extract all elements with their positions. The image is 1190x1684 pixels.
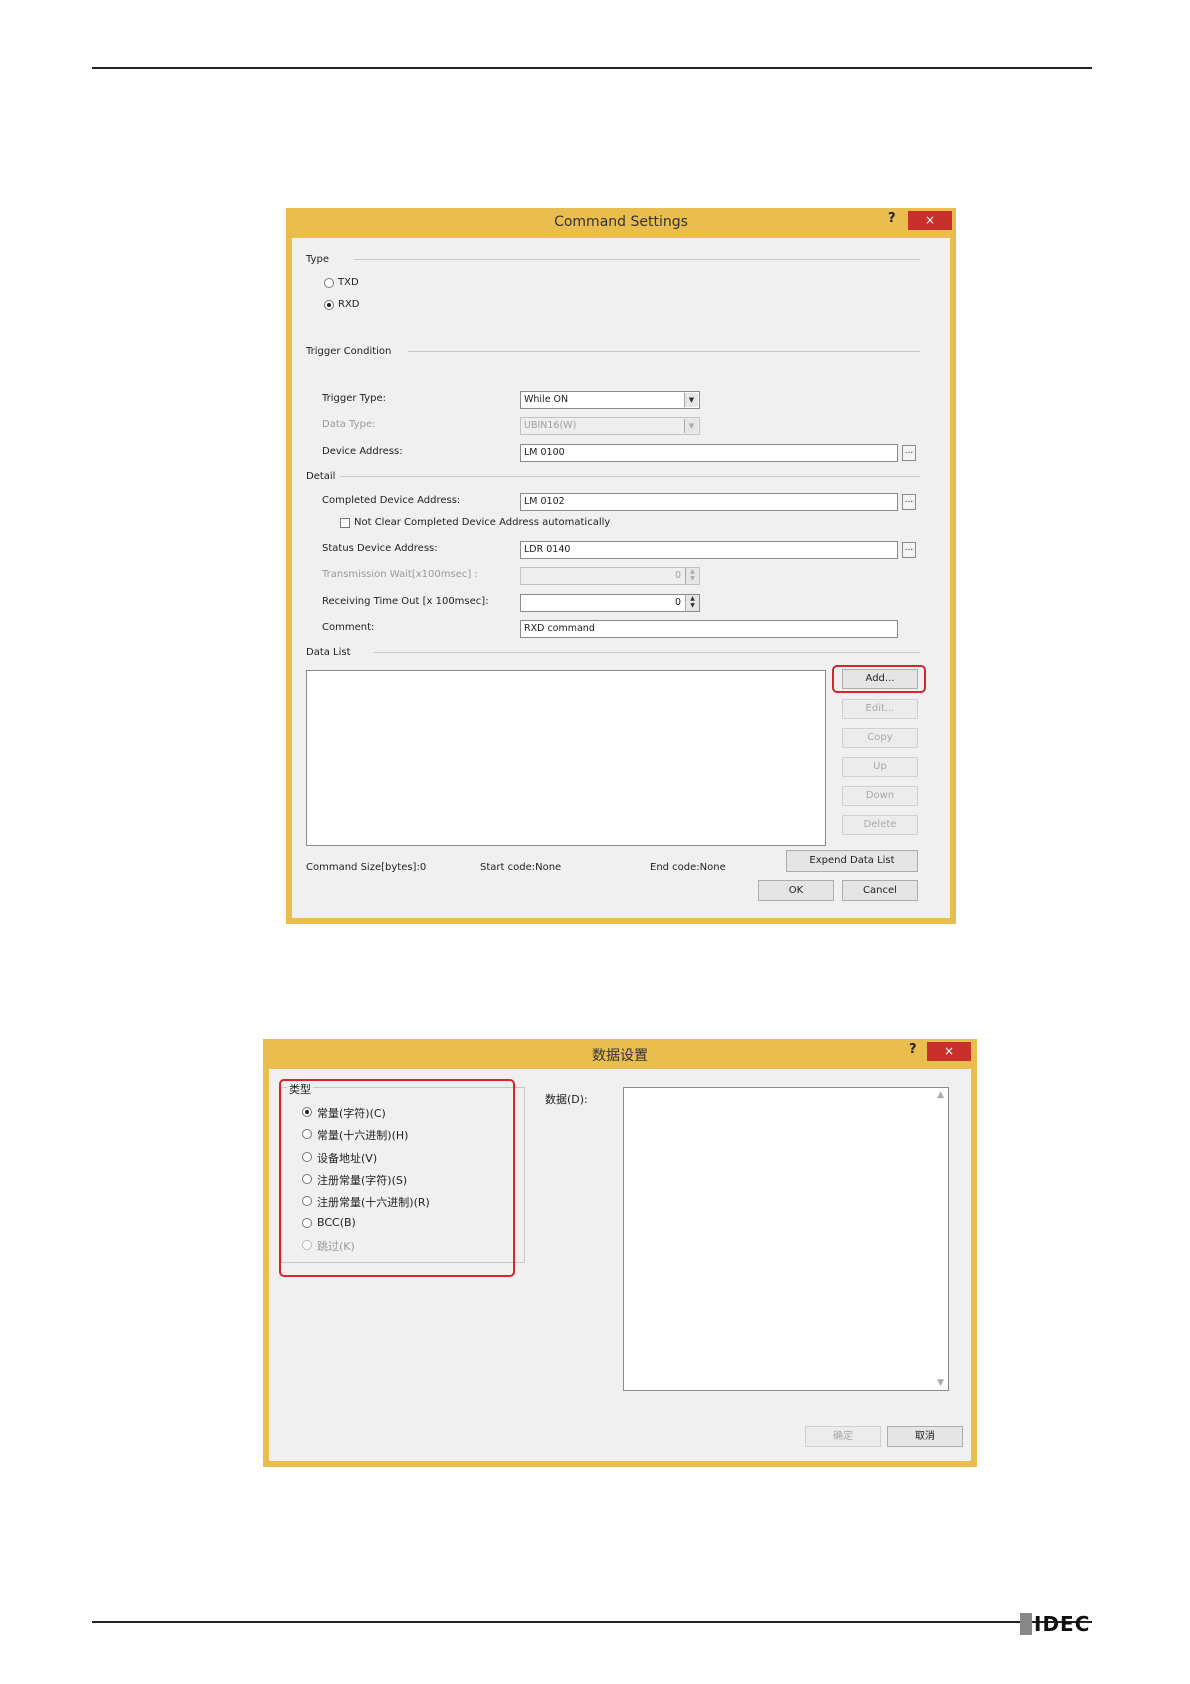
completed-address-browse-button[interactable]: ...: [902, 494, 916, 510]
data-label: 数据(D):: [545, 1093, 588, 1106]
chevron-down-icon: ▼: [684, 393, 698, 407]
status-address-browse-button[interactable]: ...: [902, 542, 916, 558]
comment-field[interactable]: RXD command: [520, 620, 898, 638]
help-button[interactable]: ?: [909, 1042, 917, 1057]
trigger-type-label: Trigger Type:: [322, 393, 387, 404]
detail-group-line: [340, 476, 920, 477]
close-button[interactable]: ×: [927, 1042, 971, 1061]
spin-arrows-icon: ▲ ▼: [685, 595, 699, 611]
dialog-title: Command Settings: [554, 214, 688, 230]
title-bar: Command Settings ? ×: [286, 208, 956, 238]
datalist-group-line: [374, 652, 920, 653]
logo-text: IDEC: [1034, 1612, 1091, 1636]
data-type-label: Data Type:: [322, 419, 376, 430]
ok-button[interactable]: 确定: [805, 1426, 881, 1447]
data-type-select[interactable]: UBIN16(W) ▼: [520, 417, 700, 435]
completed-address-field[interactable]: LM 0102: [520, 493, 898, 511]
scroll-down-icon[interactable]: ▼: [937, 1378, 944, 1388]
add-button[interactable]: Add...: [842, 669, 918, 689]
device-address-label: Device Address:: [322, 446, 403, 457]
type-highlight: [279, 1079, 515, 1277]
end-code-text: End code:None: [650, 862, 726, 873]
data-textarea[interactable]: ▲ ▼: [623, 1087, 949, 1391]
ok-button[interactable]: OK: [758, 880, 834, 901]
not-clear-checkbox[interactable]: [340, 518, 350, 528]
bottom-rule: [92, 1621, 1092, 1623]
detail-group-label: Detail: [306, 471, 336, 482]
trigger-type-select[interactable]: While ON ▼: [520, 391, 700, 409]
top-rule: [92, 67, 1092, 69]
type-group-label: Type: [306, 254, 329, 265]
command-settings-dialog: Command Settings ? × Type TXD RXD Trigge…: [286, 208, 956, 924]
tx-wait-value: 0: [674, 570, 681, 581]
txd-radio[interactable]: [324, 278, 334, 288]
cancel-button[interactable]: Cancel: [842, 880, 918, 901]
command-size-text: Command Size[bytes]:0: [306, 862, 427, 873]
txd-label: TXD: [338, 277, 359, 288]
status-address-label: Status Device Address:: [322, 543, 438, 554]
edit-button[interactable]: Edit...: [842, 699, 918, 719]
comment-label: Comment:: [322, 622, 375, 633]
close-button[interactable]: ×: [908, 211, 952, 230]
rx-timeout-value: 0: [674, 597, 681, 608]
logo-mark-icon: [1020, 1613, 1032, 1635]
data-settings-dialog: 数据设置 ? × 类型 常量(字符)(C) 常量(十六进制)(H) 设备地址(V…: [263, 1039, 977, 1467]
chevron-down-icon: ▼: [684, 419, 698, 433]
help-button[interactable]: ?: [888, 211, 896, 226]
tx-wait-label: Transmission Wait[x100msec] :: [322, 569, 478, 580]
expend-data-list-button[interactable]: Expend Data List: [786, 850, 918, 872]
completed-address-label: Completed Device Address:: [322, 495, 461, 506]
rxd-label: RXD: [338, 299, 360, 310]
scroll-up-icon[interactable]: ▲: [937, 1090, 944, 1100]
rx-timeout-label: Receiving Time Out [x 100msec]:: [322, 596, 489, 607]
trigger-group-line: [408, 351, 920, 352]
device-address-browse-button[interactable]: ...: [902, 445, 916, 461]
spin-arrows-icon: ▲ ▼: [685, 568, 699, 584]
start-code-text: Start code:None: [480, 862, 562, 873]
down-button[interactable]: Down: [842, 786, 918, 806]
copy-button[interactable]: Copy: [842, 728, 918, 748]
dialog-title: 数据设置: [592, 1048, 648, 1064]
idec-logo: IDEC: [1020, 1612, 1090, 1636]
status-address-field[interactable]: LDR 0140: [520, 541, 898, 559]
delete-button[interactable]: Delete: [842, 815, 918, 835]
up-button[interactable]: Up: [842, 757, 918, 777]
rx-timeout-spinner[interactable]: 0 ▲ ▼: [520, 594, 700, 612]
datalist-group-label: Data List: [306, 647, 351, 658]
cancel-button[interactable]: 取消: [887, 1426, 963, 1447]
not-clear-label: Not Clear Completed Device Address autom…: [354, 517, 611, 528]
type-group-line: [354, 259, 920, 260]
data-list[interactable]: [306, 670, 826, 846]
tx-wait-spinner[interactable]: 0 ▲ ▼: [520, 567, 700, 585]
dialog-client: Type TXD RXD Trigger Condition Trigger T…: [292, 238, 950, 918]
title-bar: 数据设置 ? ×: [263, 1039, 977, 1069]
rxd-radio[interactable]: [324, 300, 334, 310]
trigger-type-value: While ON: [524, 394, 569, 405]
device-address-field[interactable]: LM 0100: [520, 444, 898, 462]
dialog-client: 类型 常量(字符)(C) 常量(十六进制)(H) 设备地址(V) 注册常量(字符…: [269, 1069, 971, 1461]
data-type-value: UBIN16(W): [524, 420, 577, 431]
trigger-group-label: Trigger Condition: [306, 346, 392, 357]
